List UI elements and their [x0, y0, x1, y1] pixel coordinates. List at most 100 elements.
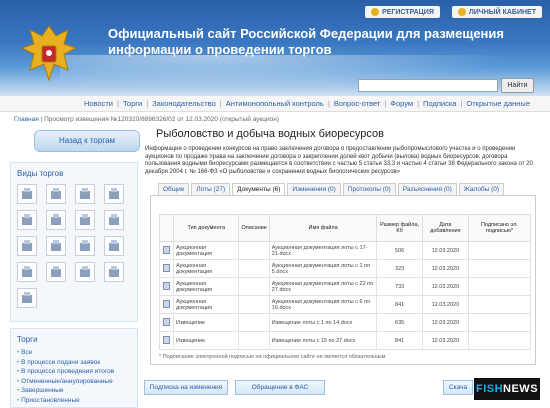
document-icon-cell: [159, 331, 174, 350]
table-row[interactable]: Аукционная документация Аукционная докуме…: [159, 241, 532, 260]
tab-general[interactable]: Общие: [158, 183, 190, 195]
header-file-size: Размер файла, Кб: [376, 214, 423, 242]
table-row[interactable]: Аукционная документация Аукционная докуме…: [159, 259, 532, 278]
fish-icon[interactable]: [46, 236, 66, 256]
signed-cell: [467, 259, 532, 278]
oil-rig-icon[interactable]: [104, 184, 124, 204]
bids-title: Торги: [17, 335, 38, 344]
header-date: Дата добавления: [421, 214, 469, 242]
description-cell: [238, 241, 270, 260]
house-icon[interactable]: [17, 236, 37, 256]
antenna-icon[interactable]: [17, 288, 37, 308]
nav-item-law[interactable]: Законодательство: [148, 99, 220, 108]
tab-lots[interactable]: Лоты (27): [191, 183, 231, 195]
search-input[interactable]: [358, 79, 498, 92]
nav-item-news[interactable]: Новости: [80, 99, 117, 108]
search-button[interactable]: Найти: [501, 78, 534, 93]
nav-item-open-data[interactable]: Открытые данные: [462, 99, 534, 108]
bridge-icon[interactable]: [46, 210, 66, 230]
site-title: Официальный сайт Российской Федерации дл…: [108, 26, 504, 57]
date-cell: 12.03.2020: [421, 331, 469, 350]
table-row[interactable]: Извещение Извещение лоты с 15 по 27.docx 8…: [159, 331, 532, 350]
document-icon-cell: [159, 241, 174, 260]
signed-cell: [467, 331, 532, 350]
registration-link[interactable]: РЕГИСТРАЦИЯ: [365, 6, 440, 18]
table-header-row: Тип документа Описание Имя файла Размер …: [159, 214, 532, 242]
cabinet-link[interactable]: ЛИЧНЫЙ КАБИНЕТ: [451, 6, 542, 18]
nav-item-bids[interactable]: Торги: [119, 99, 146, 108]
bids-filter-cancelled[interactable]: Отмененные/аннулированные: [17, 377, 131, 387]
tab-changes[interactable]: Изменения (0): [287, 183, 341, 195]
document-icon: [163, 317, 170, 326]
file-size-cell: 323: [376, 259, 423, 278]
crane-icon[interactable]: [104, 236, 124, 256]
breadcrumb-home[interactable]: Главная: [14, 116, 39, 123]
chart-icon[interactable]: [46, 262, 66, 282]
date-cell: 12.03.2020: [421, 259, 469, 278]
truck-icon[interactable]: [75, 236, 95, 256]
bids-filter-results[interactable]: В процессе проведения итогов: [17, 367, 131, 377]
car-icon[interactable]: [75, 210, 95, 230]
bids-panel: Торги Все В процессе подачи заявок В про…: [10, 328, 138, 408]
file-name-link[interactable]: Аукционная документация лоты с 22 по 27.…: [268, 277, 378, 296]
page-title: Рыболовство и добыча водных биоресурсов: [156, 128, 385, 140]
bid-types-grid: [11, 182, 137, 310]
bids-filter-applying[interactable]: В процессе подачи заявок: [17, 358, 131, 368]
cabinet-label: ЛИЧНЫЙ КАБИНЕТ: [468, 8, 536, 16]
bids-filter-finished[interactable]: Завершенные: [17, 386, 131, 396]
file-name-link[interactable]: Аукционная документация лоты с 1 по 5.do…: [268, 259, 378, 278]
page-description: Информация о проведении конкурсов на пра…: [145, 146, 533, 175]
signed-cell: [467, 295, 532, 314]
construction-icon[interactable]: [46, 184, 66, 204]
tab-documents[interactable]: Документы (6): [232, 183, 286, 195]
breadcrumb-current: Просмотр извещения №120320/8896326/02 от…: [44, 116, 279, 123]
top-bar: РЕГИСТРАЦИЯ ЛИЧНЫЙ КАБИНЕТ: [365, 6, 542, 18]
file-name-link[interactable]: Извещение лоты с 15 по 27.docx: [268, 331, 378, 350]
document-icon: [163, 335, 170, 344]
file-name-link[interactable]: Аукционная документация лоты с 17-21.doc…: [268, 241, 378, 260]
building-icon[interactable]: [17, 184, 37, 204]
file-name-link[interactable]: Аукционная документация лоты с 6 по 16.d…: [268, 295, 378, 314]
tab-complaints[interactable]: Жалобы (0): [458, 183, 505, 195]
tab-clarifications[interactable]: Разъяснения (0): [397, 183, 457, 195]
fas-appeal-button[interactable]: Обращение в ФАС: [235, 380, 325, 395]
doc-type-cell: Аукционная документация: [172, 295, 240, 314]
download-button[interactable]: Скача: [443, 380, 473, 395]
watermark-news: NEWS: [503, 383, 539, 395]
bids-filter-suspended[interactable]: Приостановленные: [17, 396, 131, 406]
nav-item-forum[interactable]: Форум: [386, 99, 417, 108]
breadcrumb: Главная | Просмотр извещения №120320/889…: [14, 116, 279, 123]
document-icon-cell: [159, 277, 174, 296]
file-size-cell: 841: [376, 331, 423, 350]
document-icon: [163, 263, 170, 272]
description-cell: [238, 331, 270, 350]
header-file-name: Имя файла: [268, 214, 378, 242]
doc-type-cell: Аукционная документация: [172, 241, 240, 260]
file-size-cell: 506: [376, 241, 423, 260]
power-icon[interactable]: [104, 262, 124, 282]
machine-icon[interactable]: [75, 262, 95, 282]
tower-icon[interactable]: [104, 210, 124, 230]
signed-cell: [467, 313, 532, 332]
bid-types-title: Виды торгов: [17, 169, 64, 178]
documents-table: Тип документа Описание Имя файла Размер …: [159, 214, 532, 350]
bids-filter-all[interactable]: Все: [17, 348, 131, 358]
nav-item-faq[interactable]: Вопрос-ответ: [330, 99, 385, 108]
nav-item-antimonopoly[interactable]: Антимонопольный контроль: [222, 99, 328, 108]
back-to-bids-button[interactable]: Назад к торгам: [34, 130, 140, 152]
factory-icon[interactable]: [75, 184, 95, 204]
document-icon: [163, 281, 170, 290]
table-row[interactable]: Извещение Извещение лоты с 1 по 14.docx 63…: [159, 313, 532, 332]
file-name-link[interactable]: Извещение лоты с 1 по 14.docx: [268, 313, 378, 332]
file-size-cell: 635: [376, 313, 423, 332]
description-cell: [238, 295, 270, 314]
header-description: Описание: [238, 214, 270, 242]
tab-protocols[interactable]: Протоколы (0): [342, 183, 396, 195]
user-icon: [457, 8, 466, 16]
table-row[interactable]: Аукционная документация Аукционная докуме…: [159, 295, 532, 314]
table-row[interactable]: Аукционная документация Аукционная докуме…: [159, 277, 532, 296]
wave-icon[interactable]: [17, 262, 37, 282]
forest-icon[interactable]: [17, 210, 37, 230]
nav-item-subscription[interactable]: Подписка: [419, 99, 460, 108]
subscribe-changes-button[interactable]: Подписка на изменения: [144, 380, 228, 395]
